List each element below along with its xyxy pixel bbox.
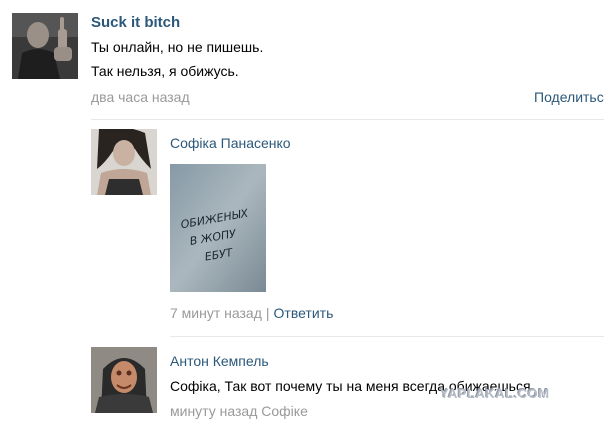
comment-1-timestamp[interactable]: 7 минут назад — [170, 305, 262, 321]
watermark-logo: YAPLAKAL.COM — [440, 386, 550, 401]
comment-1-meta: 7 минут назад | Ответить — [170, 305, 333, 321]
photo-graffiti-text: ОБИЖЕНЫХ В ЖОПУ ЕБУТ — [170, 164, 266, 292]
post-text-line-2: Так нельзя, я обижусь. — [91, 63, 239, 79]
comment-1-author-name[interactable]: Софіка Панасенко — [170, 135, 291, 151]
post-text-line-1: Ты онлайн, но не пишешь. — [91, 39, 264, 55]
post-author-name[interactable]: Suck it bitch — [91, 14, 180, 31]
comment-2-timestamp[interactable]: минуту назад — [170, 403, 257, 419]
comment-divider — [170, 336, 604, 337]
post-author-avatar[interactable] — [12, 13, 78, 79]
post-divider — [91, 119, 604, 120]
share-button[interactable]: Поделитьс — [534, 89, 604, 105]
reply-button[interactable]: Ответить — [274, 305, 334, 321]
comment-2-avatar[interactable] — [91, 347, 157, 413]
comment-1-avatar[interactable] — [91, 129, 157, 195]
comment-1-attached-photo[interactable]: ОБИЖЕНЫХ В ЖОПУ ЕБУТ — [170, 164, 266, 292]
post-timestamp[interactable]: два часа назад — [91, 89, 190, 105]
avatar-photo-hooded-mask — [91, 347, 157, 413]
comment-2-meta: минуту назад Софіке — [170, 403, 308, 419]
comment-2-reply-to[interactable]: Софіке — [261, 403, 308, 419]
comment-2-author-name[interactable]: Антон Кемпель — [170, 353, 269, 369]
meta-separator: | — [265, 305, 270, 321]
avatar-photo-dark — [12, 13, 78, 79]
avatar-photo-girl — [91, 129, 157, 195]
